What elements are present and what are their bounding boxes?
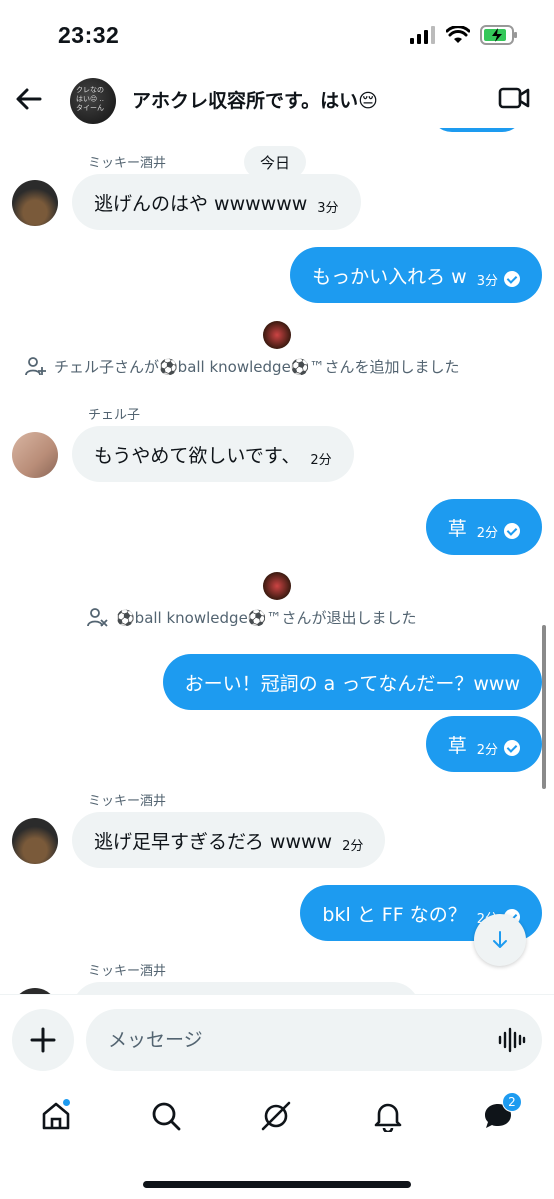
video-icon[interactable]: [498, 84, 530, 112]
system-message: チェル子さんが⚽ball knowledge⚽™さんを追加しました: [24, 355, 459, 377]
voice-wave-icon[interactable]: [498, 1027, 526, 1053]
previous-message-bubble[interactable]: [430, 128, 524, 132]
message-input-container[interactable]: [86, 1009, 542, 1071]
message-text: 草: [447, 517, 467, 540]
bell-icon: [374, 1103, 402, 1132]
composer: [0, 994, 554, 1076]
grok-icon: [261, 1101, 291, 1131]
avatar[interactable]: [12, 818, 58, 864]
message-text: 逃げんのはや wwwwww: [94, 192, 308, 215]
scroll-to-bottom-button[interactable]: [474, 914, 526, 966]
system-message: ⚽ball knowledge⚽™さんが退出しました: [86, 606, 416, 628]
system-message-text: チェル子さんが⚽ball knowledge⚽™さんを追加しました: [54, 357, 460, 376]
message-bubble-incoming[interactable]: 逃げ足早すぎるだろ wwww 2分: [72, 812, 386, 868]
sender-name: ミッキー酒井: [88, 964, 167, 979]
message-text: bkl と FF なの？: [322, 903, 467, 926]
message-text: 草: [447, 734, 467, 757]
tab-home[interactable]: [36, 1096, 76, 1136]
group-avatar-text: クレなの はい😔 .. タイーん: [76, 86, 104, 112]
read-check-icon: [504, 271, 520, 287]
message-bubble-incoming[interactable]: 逃げんのはや wwwwww 3分: [72, 174, 361, 230]
read-check-icon: [504, 523, 520, 539]
avatar[interactable]: [12, 180, 58, 226]
read-check-icon: [504, 740, 520, 756]
status-bar: 23:32: [0, 0, 554, 70]
message-time: 2分: [476, 742, 498, 758]
message-text: もうやめて欲しいです、: [94, 444, 301, 467]
bottom-tab-bar: 2: [0, 1082, 554, 1152]
message-bubble-outgoing[interactable]: 草 2分: [425, 716, 542, 772]
sender-name: ミッキー酒井: [88, 794, 167, 809]
sender-name: ミッキー酒井: [88, 156, 167, 171]
sender-name: チェル子: [88, 408, 141, 423]
message-input[interactable]: [108, 1009, 488, 1071]
add-attachment-button[interactable]: [12, 1009, 74, 1071]
message-time: 2分: [476, 525, 498, 541]
add-user-icon: [25, 357, 46, 376]
home-notification-dot: [62, 1098, 71, 1107]
status-icons: [410, 25, 518, 45]
conversation-header: クレなの はい😔 .. タイーん アホクレ収容所です。はい😔: [0, 70, 554, 128]
arrow-down-icon: [493, 931, 507, 948]
system-avatar: [263, 321, 291, 349]
back-arrow-icon[interactable]: [14, 84, 44, 114]
battery-icon: [480, 25, 517, 45]
messages-badge: 2: [502, 1092, 522, 1112]
message-text: おーい！冠詞の a ってなんだー？www: [184, 672, 520, 695]
message-time: 3分: [476, 273, 498, 289]
message-thread[interactable]: ミッキー酒井 今日 逃げんのはや wwwwww 3分 もっかい入れろ w 3分 …: [0, 128, 554, 994]
status-time: 23:32: [58, 22, 120, 48]
message-bubble-incoming[interactable]: [72, 982, 420, 994]
message-text: もっかい入れろ w: [312, 265, 467, 288]
message-bubble-incoming[interactable]: もうやめて欲しいです、 2分: [72, 426, 354, 482]
conversation-title[interactable]: アホクレ収容所です。はい😔: [132, 86, 378, 113]
tab-grok[interactable]: [256, 1096, 296, 1136]
message-bubble-outgoing[interactable]: もっかい入れろ w 3分: [290, 247, 542, 303]
wifi-icon: [446, 26, 470, 43]
tab-notifications[interactable]: [368, 1096, 408, 1136]
message-text: 逃げ足早すぎるだろ wwww: [94, 830, 333, 853]
signal-icon: [410, 26, 435, 44]
system-message-text: ⚽ball knowledge⚽™さんが退出しました: [116, 608, 417, 627]
message-time: 2分: [310, 452, 332, 468]
group-avatar[interactable]: クレなの はい😔 .. タイーん: [70, 78, 116, 124]
user-leave-icon: [87, 608, 108, 627]
plus-icon: [30, 1027, 56, 1053]
message-time: 2分: [342, 838, 364, 854]
avatar[interactable]: [12, 432, 58, 478]
message-bubble-outgoing[interactable]: 草 2分: [425, 499, 542, 555]
system-avatar: [263, 572, 291, 600]
tab-search[interactable]: [146, 1096, 186, 1136]
scrollbar[interactable]: [542, 625, 546, 789]
tab-messages[interactable]: 2: [478, 1092, 522, 1136]
message-bubble-outgoing[interactable]: おーい！冠詞の a ってなんだー？www: [162, 654, 542, 710]
message-time: 3分: [317, 200, 339, 216]
search-icon: [152, 1102, 181, 1131]
home-indicator: [143, 1181, 411, 1188]
